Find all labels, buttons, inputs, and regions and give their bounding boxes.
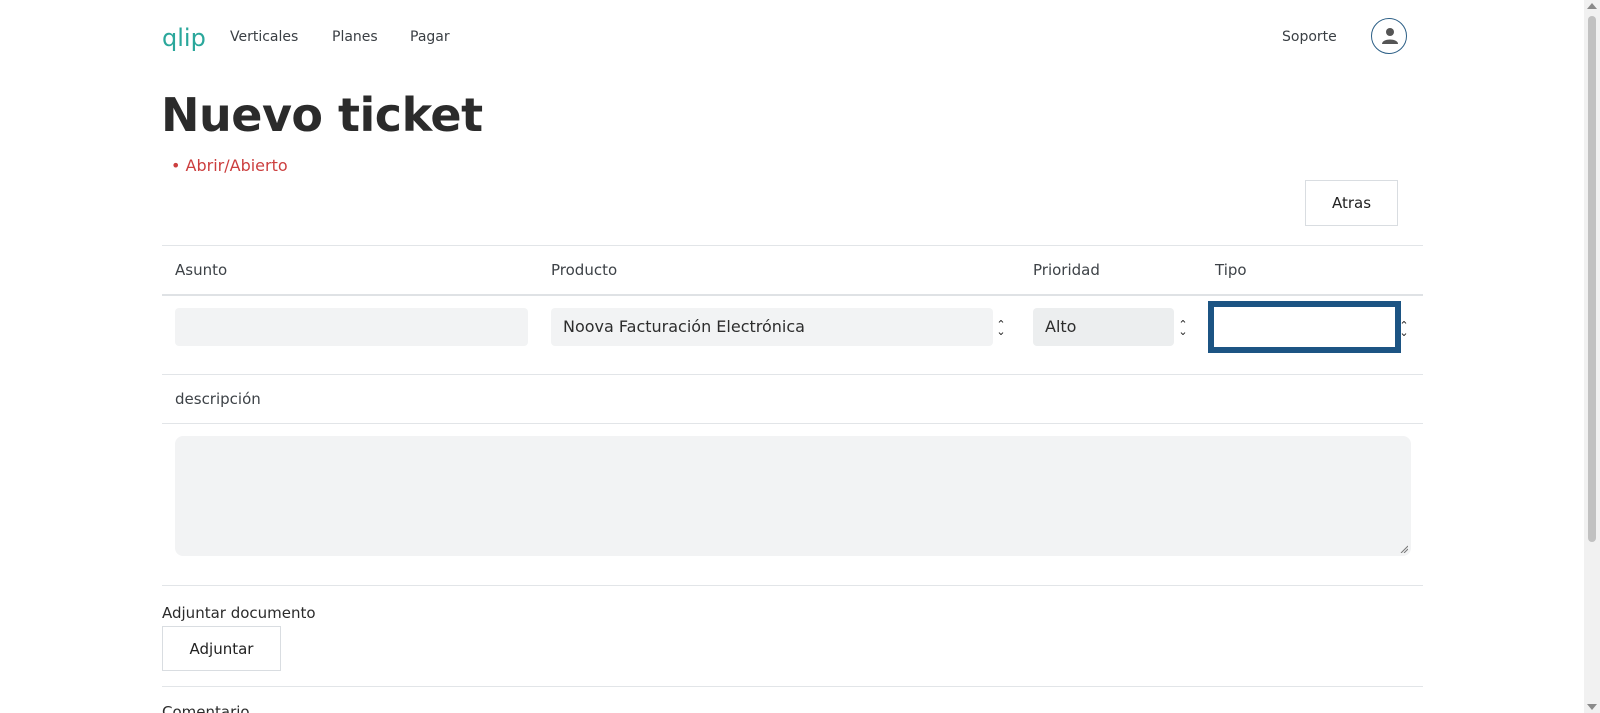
user-icon: [1382, 28, 1398, 44]
attach-label: Adjuntar documento: [162, 604, 316, 622]
resize-handle-icon[interactable]: [1400, 545, 1408, 553]
qlip-logo[interactable]: qlip: [162, 24, 206, 52]
column-producto: Producto: [551, 261, 618, 279]
select-arrows-icon: ⌃ ⌄: [1178, 318, 1188, 338]
column-asunto: Asunto: [175, 261, 228, 279]
description-label: descripción: [175, 390, 261, 408]
producto-select[interactable]: Noova Facturación Electrónica: [551, 308, 993, 346]
divider: [162, 294, 1423, 296]
asunto-input[interactable]: [175, 308, 528, 346]
nav-soporte[interactable]: Soporte: [1282, 29, 1337, 45]
scroll-up-icon[interactable]: [1587, 3, 1597, 9]
attach-button[interactable]: Adjuntar: [162, 626, 281, 671]
scroll-down-icon[interactable]: [1587, 704, 1597, 710]
divider: [162, 585, 1423, 586]
prioridad-select[interactable]: Alto: [1033, 308, 1174, 346]
select-arrows-icon: ⌃ ⌄: [1399, 319, 1409, 339]
page-title: Nuevo ticket: [161, 88, 483, 142]
column-prioridad: Prioridad: [1033, 261, 1100, 279]
divider: [162, 245, 1423, 246]
description-textarea[interactable]: [175, 436, 1411, 556]
column-tipo: Tipo: [1215, 261, 1247, 279]
status-badge: • Abrir/Abierto: [171, 156, 288, 175]
nav-planes[interactable]: Planes: [332, 29, 378, 45]
back-button[interactable]: Atras: [1305, 180, 1398, 226]
nav-pagar[interactable]: Pagar: [410, 29, 450, 45]
nav-verticales[interactable]: Verticales: [230, 29, 298, 45]
divider: [162, 423, 1423, 424]
tipo-select[interactable]: [1208, 301, 1401, 353]
select-arrows-icon: ⌃ ⌄: [996, 318, 1006, 338]
scroll-thumb[interactable]: [1588, 16, 1596, 542]
page: qlip Verticales Planes Pagar Soporte Nue…: [0, 0, 1584, 713]
vertical-scrollbar[interactable]: [1584, 0, 1600, 713]
comment-label: Comentario: [162, 703, 250, 713]
divider: [162, 686, 1423, 687]
divider: [162, 374, 1423, 375]
user-avatar-button[interactable]: [1371, 18, 1407, 54]
